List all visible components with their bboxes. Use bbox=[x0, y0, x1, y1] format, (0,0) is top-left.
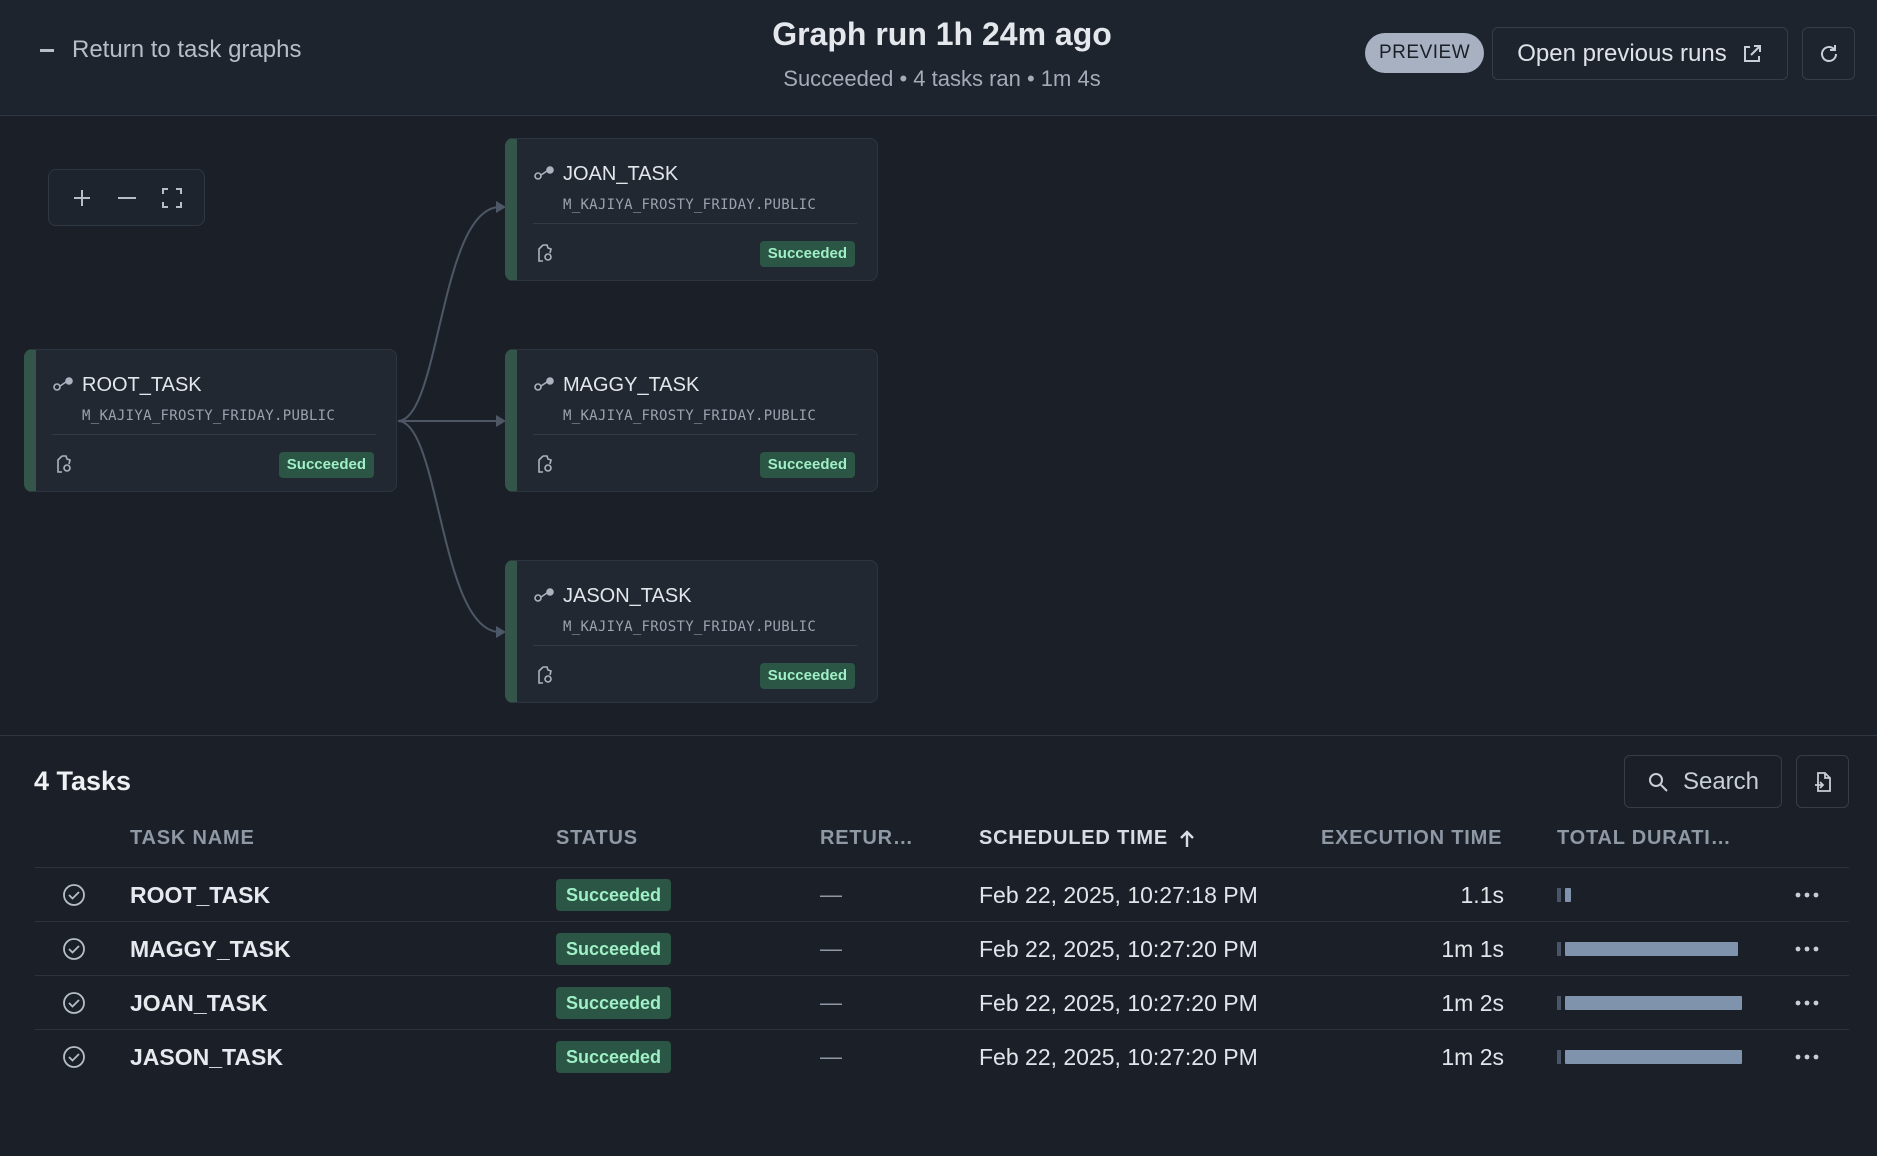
table-row[interactable]: ROOT_TASK Succeeded — Feb 22, 2025, 10:2… bbox=[35, 867, 1849, 921]
check-circle-icon bbox=[62, 922, 86, 976]
row-return-value: — bbox=[820, 990, 842, 1015]
row-duration-bar bbox=[1557, 922, 1757, 976]
row-execution-time: 1m 1s bbox=[1441, 935, 1504, 962]
column-header-scheduled-time[interactable]: SCHEDULED TIME bbox=[979, 827, 1196, 850]
node-status-badge: Succeeded bbox=[759, 452, 855, 478]
row-scheduled-time: Feb 22, 2025, 10:27:20 PM bbox=[979, 935, 1258, 962]
row-execution-time: 1.1s bbox=[1460, 881, 1504, 908]
search-button[interactable]: Search bbox=[1624, 755, 1782, 808]
sort-ascending-icon bbox=[1180, 829, 1194, 847]
tasks-count-title: 4 Tasks bbox=[34, 766, 132, 796]
run-header: Return to task graphs Graph run 1h 24m a… bbox=[0, 0, 1877, 116]
row-status-badge: Succeeded bbox=[556, 933, 672, 965]
task-type-icon bbox=[534, 377, 554, 391]
more-icon bbox=[1795, 946, 1819, 952]
check-circle-icon bbox=[62, 976, 86, 1030]
row-scheduled-time: Feb 22, 2025, 10:27:18 PM bbox=[979, 881, 1258, 908]
table-row[interactable]: MAGGY_TASK Succeeded — Feb 22, 2025, 10:… bbox=[35, 921, 1849, 975]
duration-fill bbox=[1565, 888, 1571, 902]
search-label: Search bbox=[1682, 767, 1760, 795]
node-schema: M_KAJIYA_FROSTY_FRIDAY.PUBLIC bbox=[563, 197, 817, 213]
task-type-icon bbox=[534, 588, 554, 602]
refresh-button[interactable] bbox=[1802, 27, 1855, 80]
node-schema: M_KAJIYA_FROSTY_FRIDAY.PUBLIC bbox=[82, 408, 336, 424]
duration-fill bbox=[1565, 942, 1738, 956]
graph-node-root-task[interactable]: ROOT_TASK M_KAJIYA_FROSTY_FRIDAY.PUBLIC … bbox=[24, 349, 397, 492]
column-header-total-duration[interactable]: TOTAL DURATI… bbox=[1557, 827, 1731, 850]
export-icon bbox=[1814, 771, 1831, 792]
row-execution-time: 1m 2s bbox=[1441, 1043, 1504, 1070]
graph-node-jason-task[interactable]: JASON_TASK M_KAJIYA_FROSTY_FRIDAY.PUBLIC… bbox=[505, 560, 878, 703]
node-divider bbox=[533, 434, 857, 435]
row-more-button[interactable] bbox=[1795, 868, 1819, 922]
more-icon bbox=[1795, 1054, 1819, 1060]
more-icon bbox=[1795, 892, 1819, 898]
row-status-badge: Succeeded bbox=[556, 1041, 672, 1073]
row-duration-bar bbox=[1557, 1030, 1757, 1084]
row-duration-bar bbox=[1557, 868, 1757, 922]
more-icon bbox=[1795, 1000, 1819, 1006]
node-status-badge: Succeeded bbox=[759, 241, 855, 267]
row-return-value: — bbox=[820, 936, 842, 961]
check-circle-icon bbox=[62, 1030, 86, 1084]
node-divider bbox=[52, 434, 376, 435]
task-type-icon bbox=[534, 166, 554, 180]
column-header-scheduled-label: SCHEDULED TIME bbox=[979, 827, 1168, 849]
task-graph-canvas[interactable]: ROOT_TASK M_KAJIYA_FROSTY_FRIDAY.PUBLIC … bbox=[0, 117, 1877, 735]
row-more-button[interactable] bbox=[1795, 1030, 1819, 1084]
row-return-value: — bbox=[820, 882, 842, 907]
node-schema: M_KAJIYA_FROSTY_FRIDAY.PUBLIC bbox=[563, 619, 817, 635]
node-status-badge: Succeeded bbox=[759, 663, 855, 689]
row-return-value: — bbox=[820, 1044, 842, 1069]
duration-fill bbox=[1565, 1050, 1742, 1064]
check-circle-icon bbox=[62, 868, 86, 922]
duration-fill bbox=[1565, 996, 1742, 1010]
task-config-icon bbox=[57, 455, 71, 473]
task-type-icon bbox=[53, 377, 73, 391]
row-task-name[interactable]: JOAN_TASK bbox=[130, 976, 268, 1030]
tasks-panel: 4 Tasks Search TASK NAME STATUS RETUR… S… bbox=[0, 735, 1877, 1156]
open-previous-label: Open previous runs bbox=[1517, 39, 1727, 67]
column-header-return[interactable]: RETUR… bbox=[820, 827, 914, 850]
node-status-badge: Succeeded bbox=[278, 452, 374, 478]
graph-node-joan-task[interactable]: JOAN_TASK M_KAJIYA_FROSTY_FRIDAY.PUBLIC … bbox=[505, 138, 878, 281]
node-divider bbox=[533, 645, 857, 646]
node-divider bbox=[533, 223, 857, 224]
external-link-icon bbox=[1743, 44, 1761, 62]
table-row[interactable]: JASON_TASK Succeeded — Feb 22, 2025, 10:… bbox=[35, 1029, 1849, 1083]
task-config-icon bbox=[538, 666, 552, 684]
row-more-button[interactable] bbox=[1795, 922, 1819, 976]
row-status-badge: Succeeded bbox=[556, 879, 672, 911]
task-config-icon bbox=[538, 455, 552, 473]
preview-badge: PREVIEW bbox=[1365, 33, 1485, 73]
refresh-icon bbox=[1820, 44, 1837, 62]
table-row[interactable]: JOAN_TASK Succeeded — Feb 22, 2025, 10:2… bbox=[35, 975, 1849, 1029]
column-header-execution-time[interactable]: EXECUTION TIME bbox=[1321, 827, 1502, 850]
row-scheduled-time: Feb 22, 2025, 10:27:20 PM bbox=[979, 989, 1258, 1016]
column-header-task-name[interactable]: TASK NAME bbox=[130, 827, 255, 850]
export-button[interactable] bbox=[1796, 755, 1849, 808]
node-task-name: JASON_TASK bbox=[563, 585, 692, 607]
row-scheduled-time: Feb 22, 2025, 10:27:20 PM bbox=[979, 1043, 1258, 1070]
task-config-icon bbox=[538, 244, 552, 262]
row-duration-bar bbox=[1557, 976, 1757, 1030]
row-task-name[interactable]: MAGGY_TASK bbox=[130, 922, 291, 976]
row-task-name[interactable]: ROOT_TASK bbox=[130, 868, 270, 922]
search-icon bbox=[1648, 772, 1668, 792]
row-task-name[interactable]: JASON_TASK bbox=[130, 1030, 283, 1084]
node-task-name: MAGGY_TASK bbox=[563, 374, 700, 396]
node-task-name: ROOT_TASK bbox=[82, 374, 202, 396]
row-execution-time: 1m 2s bbox=[1441, 989, 1504, 1016]
graph-node-maggy-task[interactable]: MAGGY_TASK M_KAJIYA_FROSTY_FRIDAY.PUBLIC… bbox=[505, 349, 878, 492]
row-status-badge: Succeeded bbox=[556, 987, 672, 1019]
node-schema: M_KAJIYA_FROSTY_FRIDAY.PUBLIC bbox=[563, 408, 817, 424]
row-more-button[interactable] bbox=[1795, 976, 1819, 1030]
column-header-status[interactable]: STATUS bbox=[556, 827, 638, 850]
open-previous-runs-button[interactable]: Open previous runs bbox=[1492, 27, 1788, 80]
node-task-name: JOAN_TASK bbox=[563, 163, 679, 185]
